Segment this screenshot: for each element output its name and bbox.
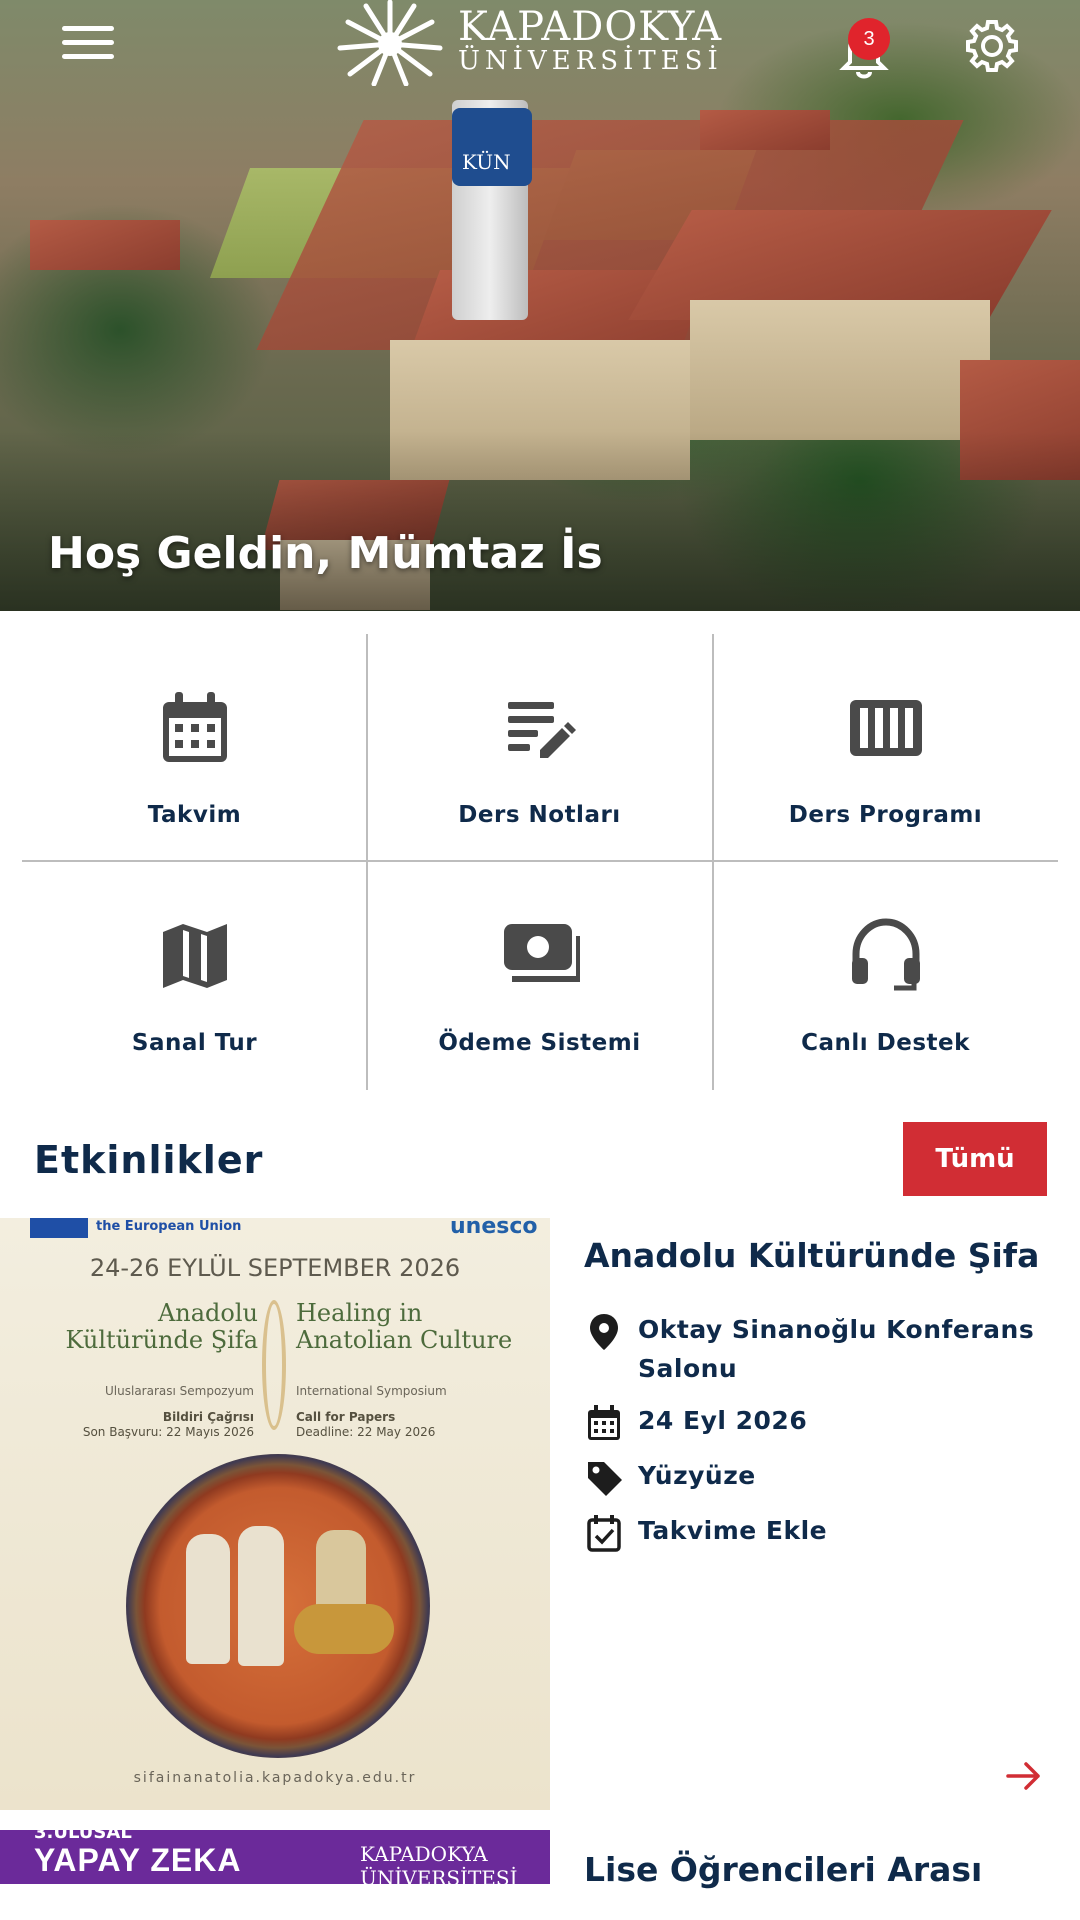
menu-line — [62, 26, 114, 31]
all-events-button[interactable]: Tümü — [903, 1122, 1047, 1196]
event-location: Oktay Sinanoğlu Konferans Salonu — [584, 1310, 1054, 1390]
event-type: Yüzyüze — [584, 1456, 1054, 1500]
quick-ders-programi[interactable]: Ders Programı — [713, 634, 1058, 862]
quick-canli-destek-label: Canlı Destek — [801, 1030, 970, 1056]
quick-access-grid: Takvim Ders Notları Ders Programı Sanal … — [22, 634, 1058, 1090]
event-date-text: 24 Eyl 2026 — [638, 1406, 808, 1435]
poster-url: sifainanatolia.kapadokya.edu.tr — [133, 1770, 417, 1786]
poster2-line2: YAPAY ZEKA — [34, 1842, 242, 1878]
quick-takvim[interactable]: Takvim — [22, 634, 367, 862]
event-location-line1: Oktay Sinanoğlu Konferans — [638, 1315, 1035, 1344]
notes-icon — [507, 702, 576, 758]
calendar-check-icon — [587, 1515, 621, 1552]
settings-gear-icon[interactable] — [964, 18, 1020, 74]
location-pin-icon — [590, 1314, 618, 1350]
event-type-text: Yüzyüze — [638, 1461, 756, 1490]
event-date: 24 Eyl 2026 — [584, 1401, 1054, 1445]
poster-unesco-logo: unesco — [450, 1218, 538, 1239]
event-poster-image[interactable]: the European Union unesco 24-26 EYLÜL SE… — [0, 1218, 550, 1810]
event-location-line2: Salonu — [638, 1354, 738, 1383]
top-bar: KAPADOKYA ÜNİVERSİTESİ 3 — [0, 0, 1080, 96]
arrow-right-icon[interactable] — [1004, 1756, 1044, 1796]
notification-badge: 3 — [848, 18, 890, 60]
menu-line — [62, 40, 114, 45]
event-title-2[interactable]: Lise Öğrencileri Arası — [584, 1850, 982, 1889]
poster-hourglass-ornament — [262, 1300, 286, 1430]
events-section-title: Etkinlikler — [34, 1138, 264, 1182]
event-poster-image-2[interactable]: 3.ULUSAL YAPAY ZEKA KAPADOKYA ÜNİVERSİTE… — [0, 1830, 550, 1884]
add-to-calendar[interactable]: Takvime Ekle — [584, 1511, 1054, 1555]
poster-title-en: Healing in Anatolian Culture — [296, 1299, 513, 1354]
sun-emblem-icon — [337, 0, 443, 86]
poster2-brand: KAPADOKYA ÜNİVERSİTESİ — [360, 1842, 518, 1884]
payment-icon — [503, 924, 580, 982]
event-title[interactable]: Anadolu Kültüründe Şifa — [584, 1236, 1039, 1275]
welcome-message: Hoş Geldin, Mümtaz İs — [48, 528, 603, 579]
calendar-small-icon — [588, 1405, 620, 1440]
logo-line-1: KAPADOKYA — [458, 4, 723, 50]
add-to-calendar-label: Takvime Ekle — [638, 1516, 828, 1545]
quick-takvim-label: Takvim — [147, 802, 242, 828]
poster-title-tr: Anadolu Kültüründe Şifa — [65, 1299, 258, 1354]
poster-dates: 24-26 EYLÜL SEPTEMBER 2026 — [89, 1254, 461, 1282]
quick-ders-programi-label: Ders Programı — [788, 802, 983, 828]
poster-call-en: Call for Papers Deadline: 22 May 2026 — [296, 1410, 436, 1439]
hamburger-menu-button[interactable] — [62, 26, 114, 62]
calendar-icon — [162, 692, 227, 762]
poster-medallion-artwork — [126, 1454, 430, 1758]
quick-canli-destek[interactable]: Canlı Destek — [713, 862, 1058, 1090]
logo-line-2: ÜNİVERSİTESİ — [458, 46, 723, 76]
quick-ders-notlari-label: Ders Notları — [458, 802, 621, 828]
poster-symposium-en: International Symposium — [296, 1384, 447, 1398]
quick-sanal-tur[interactable]: Sanal Tur — [22, 862, 367, 1090]
water-tower: KÜN — [452, 108, 532, 186]
schedule-icon — [849, 700, 922, 756]
poster-call-tr: Bildiri Çağrısı Son Başvuru: 22 Mayıs 20… — [82, 1410, 254, 1439]
poster-symposium-tr: Uluslararası Sempozyum — [105, 1384, 254, 1398]
quick-odeme-sistemi[interactable]: Ödeme Sistemi — [367, 862, 712, 1090]
quick-odeme-sistemi-label: Ödeme Sistemi — [438, 1030, 641, 1056]
quick-sanal-tur-label: Sanal Tur — [131, 1030, 258, 1056]
menu-line — [62, 54, 114, 59]
headset-icon — [851, 918, 920, 991]
quick-ders-notlari[interactable]: Ders Notları — [367, 634, 712, 862]
poster-eu-text: the European Union — [96, 1219, 242, 1234]
university-logo: KAPADOKYA ÜNİVERSİTESİ — [334, 0, 754, 90]
map-icon — [162, 924, 227, 988]
eu-flag-icon — [30, 1218, 88, 1238]
tag-icon — [588, 1462, 622, 1496]
